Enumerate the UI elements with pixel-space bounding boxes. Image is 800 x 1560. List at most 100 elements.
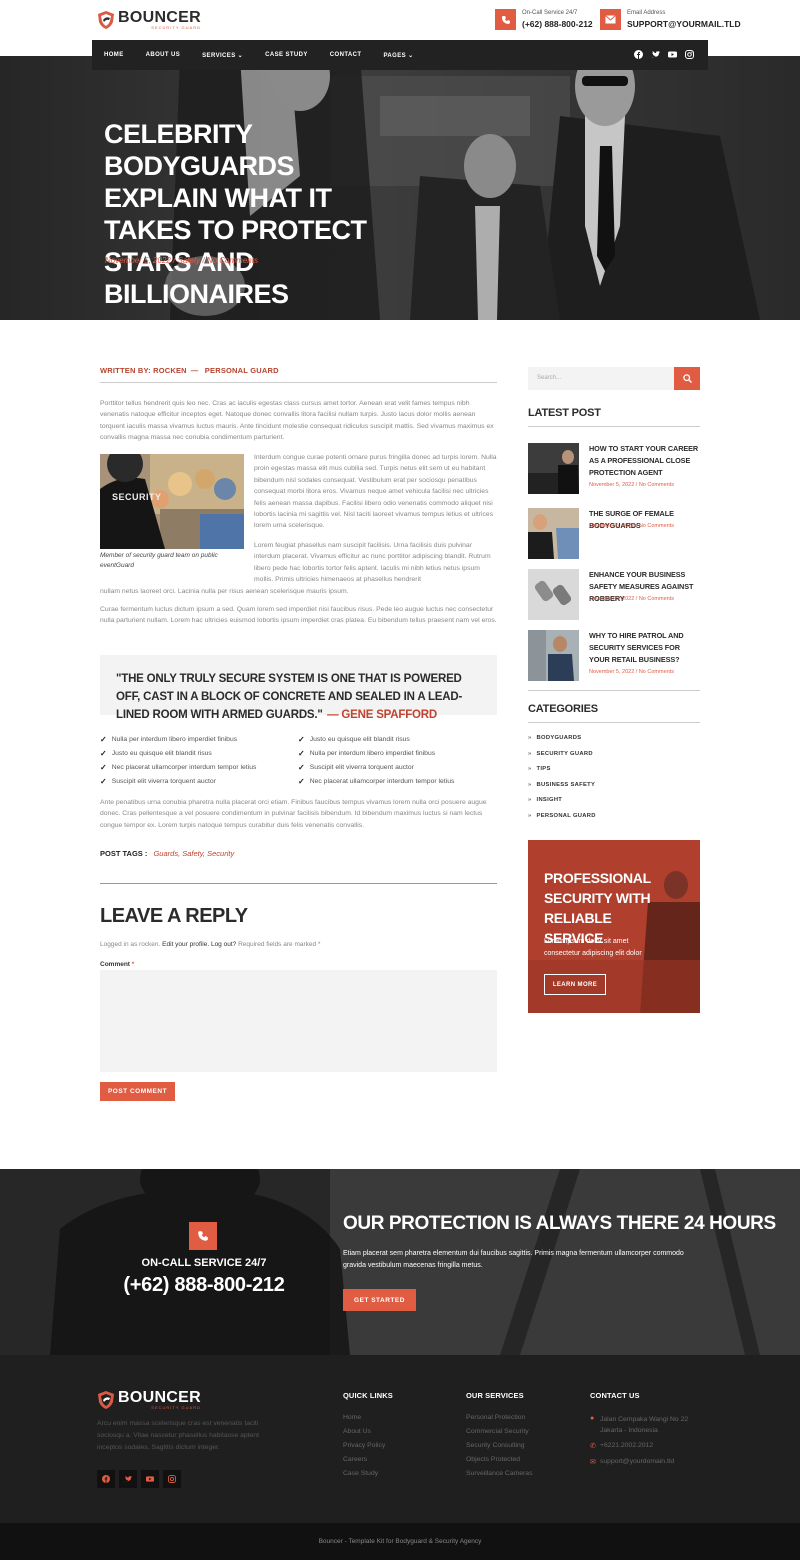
nav-services-label: SERVICES xyxy=(202,52,236,59)
footer-service-link[interactable]: Objects Protected xyxy=(466,1456,520,1463)
quote-author: — GENE SPAFFORD xyxy=(327,709,437,721)
nav-item-contact[interactable]: CONTACT xyxy=(330,52,362,58)
categories-divider xyxy=(528,722,700,723)
list-item-text: Suscipit elit viverra torquent auctor xyxy=(309,764,414,771)
post-thumbnail[interactable] xyxy=(528,630,579,681)
category-link[interactable]: PERSONAL GUARD xyxy=(205,366,279,375)
chevron-right-icon: » xyxy=(528,735,532,741)
category-item[interactable]: » SECURITY GUARD xyxy=(528,751,598,757)
list-item: ✓ Nec placerat ullamcorper interdum tempo… xyxy=(298,775,454,789)
categories-title: CATEGORIES xyxy=(528,703,598,715)
footer-link-home[interactable]: Home xyxy=(343,1414,361,1421)
footer-email[interactable]: support@yourdomain.tld xyxy=(600,1458,674,1465)
youtube-icon[interactable] xyxy=(668,50,677,59)
required-star: * xyxy=(131,961,135,968)
post-title[interactable]: WHY TO HIRE PATROL AND SECURITY SERVICES… xyxy=(589,630,700,666)
facebook-icon[interactable] xyxy=(97,1470,115,1488)
category-item[interactable]: » BODYGUARDS xyxy=(528,735,586,741)
check-icon: ✓ xyxy=(100,749,107,758)
list-item-text: Suscipit elit viverra torquent auctor xyxy=(111,778,216,785)
latest-post-item[interactable]: ENHANCE YOUR BUSINESS SAFETY MEASURES AG… xyxy=(528,569,700,620)
our-services-title: OUR SERVICES xyxy=(466,1391,524,1400)
category-label: PERSONAL GUARD xyxy=(536,813,596,819)
image-shirt-text: SECURITY xyxy=(112,492,162,502)
list-item-text: Nec placerat ullamcorper interdum tempor… xyxy=(111,764,257,771)
search-input[interactable]: Search... xyxy=(528,367,674,390)
latest-post-item[interactable]: HOW TO START YOUR CAREER AS A PROFESSION… xyxy=(528,443,700,494)
author-link[interactable]: WRITTEN BY: ROCKEN xyxy=(100,366,187,375)
footer-address: Jalan Cempaka Wangi No 22 Jakarta - Indo… xyxy=(600,1416,689,1434)
footer-service-link[interactable]: Security Consulting xyxy=(466,1442,525,1449)
logo[interactable]: BOUNCER SECURITY GUARD xyxy=(97,10,201,30)
chevron-right-icon: » xyxy=(528,782,532,788)
list-item: ✓ Nulla per interdum libero imperdiet fin… xyxy=(298,747,454,761)
post-thumbnail[interactable] xyxy=(528,569,579,620)
footer-link-careers[interactable]: Careers xyxy=(343,1456,367,1463)
post-thumbnail[interactable] xyxy=(528,443,579,494)
nav-item-pages[interactable]: PAGES ⌄ xyxy=(383,52,413,59)
phone-icon xyxy=(495,9,516,30)
nav-pages-label: PAGES xyxy=(383,52,407,59)
tags-divider xyxy=(100,883,497,884)
post-comment-button[interactable]: POST COMMENT xyxy=(100,1082,175,1101)
instagram-icon[interactable] xyxy=(163,1470,181,1488)
chevron-right-icon: » xyxy=(528,751,532,757)
chevron-down-icon: ⌄ xyxy=(408,52,414,59)
post-meta: November 5, 2022 / No Comments xyxy=(589,669,674,675)
list-item-text: Justo eu quisque elit blandit risus xyxy=(309,736,410,743)
footer-description: Arcu enim massa scelerisque cras est ven… xyxy=(97,1420,259,1451)
nav-item-home[interactable]: HOME xyxy=(104,52,124,58)
post-thumbnail[interactable] xyxy=(528,508,579,559)
footer-phone[interactable]: +6221.2002.2012 xyxy=(600,1442,653,1449)
list-item-text: Justo eu quisque elit blandit risus xyxy=(111,750,212,757)
nav-item-case-study[interactable]: CASE STUDY xyxy=(265,52,308,58)
latest-post-divider xyxy=(528,426,700,427)
footer-service-link[interactable]: Commercial Security xyxy=(466,1428,529,1435)
category-label: BUSINESS SAFETY xyxy=(536,782,596,788)
category-item[interactable]: » BUSINESS SAFETY xyxy=(528,782,600,788)
footer-link-case-study[interactable]: Case Study xyxy=(343,1470,378,1477)
instagram-icon[interactable] xyxy=(685,50,694,59)
comment-textarea[interactable] xyxy=(100,970,497,1072)
footer-link-privacy[interactable]: Privacy Policy xyxy=(343,1442,385,1449)
email-value[interactable]: SUPPORT@YOURMAIL.TLD xyxy=(627,18,741,30)
twitter-icon[interactable] xyxy=(651,50,660,59)
twitter-icon[interactable] xyxy=(119,1470,137,1488)
search-button[interactable] xyxy=(674,367,700,390)
article-paragraph-2: Interdum congue curae potenti ornare pur… xyxy=(254,454,497,530)
latest-post-item[interactable]: THE SURGE OF FEMALE BODYGUARDS November … xyxy=(528,508,700,559)
latest-post-item[interactable]: WHY TO HIRE PATROL AND SECURITY SERVICES… xyxy=(528,630,700,681)
post-tags-links[interactable]: Guards, Safety, Security xyxy=(153,849,234,858)
oncall-value[interactable]: (+62) 888-800-212 xyxy=(522,18,593,30)
logout-link[interactable]: Log out? xyxy=(211,941,236,948)
map-pin-icon: ● xyxy=(590,1415,595,1422)
reply-title: LEAVE A REPLY xyxy=(100,905,248,927)
category-item[interactable]: » TIPS xyxy=(528,766,556,772)
category-item[interactable]: » PERSONAL GUARD xyxy=(528,813,601,819)
email-label: Email Address xyxy=(627,10,666,16)
list-item: ✓ Suscipit elit viverra torquent auctor xyxy=(298,761,454,775)
cta-phone-number[interactable]: (+62) 888-800-212 xyxy=(112,1274,296,1297)
post-tags-label: POST TAGS : xyxy=(100,849,148,858)
category-item[interactable]: » INSIGHT xyxy=(528,797,567,803)
footer-service-link[interactable]: Surveillance Cameras xyxy=(466,1470,533,1477)
learn-more-button[interactable]: LEARN MORE xyxy=(544,974,606,995)
phone-icon xyxy=(189,1222,217,1250)
youtube-icon[interactable] xyxy=(141,1470,159,1488)
footer-service-link[interactable]: Personal Protection xyxy=(466,1414,525,1421)
get-started-button[interactable]: GET STARTED xyxy=(343,1289,416,1311)
logged-in-notice: Logged in as rocken. Edit your profile. … xyxy=(100,941,320,948)
footer-logo[interactable]: BOUNCER SECURITY GUARD xyxy=(97,1390,201,1410)
nav-item-about[interactable]: ABOUT US xyxy=(146,52,181,58)
facebook-icon[interactable] xyxy=(634,50,643,59)
page: BOUNCER SECURITY GUARD On-Call Service 2… xyxy=(0,0,800,1560)
post-title[interactable]: HOW TO START YOUR CAREER AS A PROFESSION… xyxy=(589,443,700,479)
category-label: SECURITY GUARD xyxy=(536,751,593,757)
footer-link-about[interactable]: About Us xyxy=(343,1428,371,1435)
edit-profile-link[interactable]: Edit your profile. xyxy=(162,941,209,948)
article-paragraph-4: Curae fermentum luctus dictum ipsum a se… xyxy=(100,606,497,625)
hero-banner: CELEBRITY BODYGUARDS EXPLAIN WHAT IT TAK… xyxy=(0,56,800,320)
nav-item-services[interactable]: SERVICES ⌄ xyxy=(202,52,243,59)
cta-section: ON-CALL SERVICE 24/7 (+62) 888-800-212 O… xyxy=(0,1169,800,1355)
check-icon: ✓ xyxy=(100,763,107,772)
